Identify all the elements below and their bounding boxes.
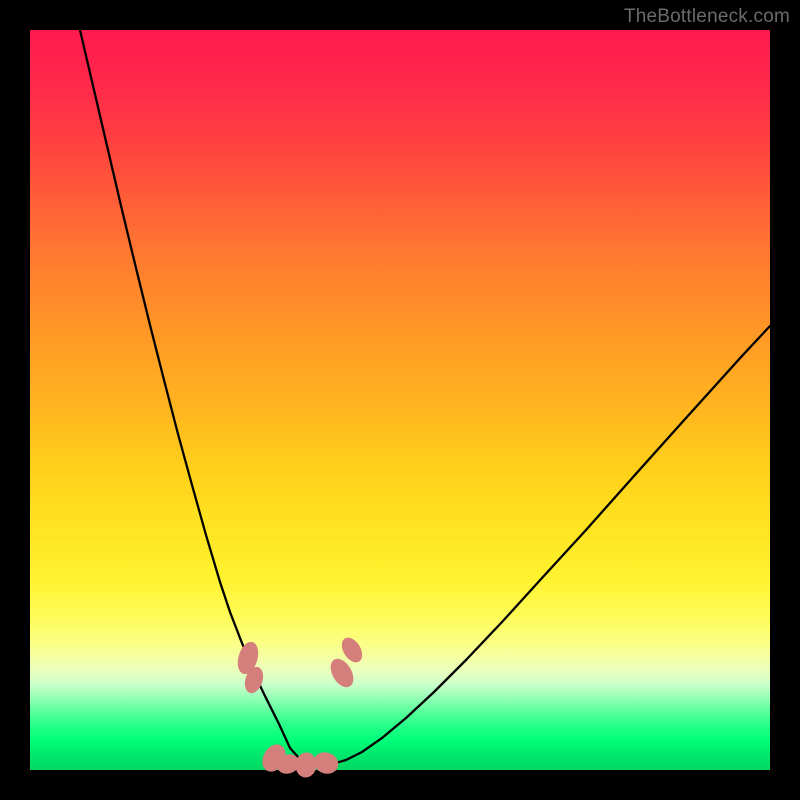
valley-beads	[235, 635, 366, 778]
curve-svg	[30, 30, 770, 770]
bead-marker	[311, 749, 340, 776]
watermark-text: TheBottleneck.com	[624, 6, 790, 28]
stage: TheBottleneck.com	[0, 0, 800, 800]
gradient-plot-area	[30, 30, 770, 770]
bottleneck-curve	[80, 30, 770, 764]
